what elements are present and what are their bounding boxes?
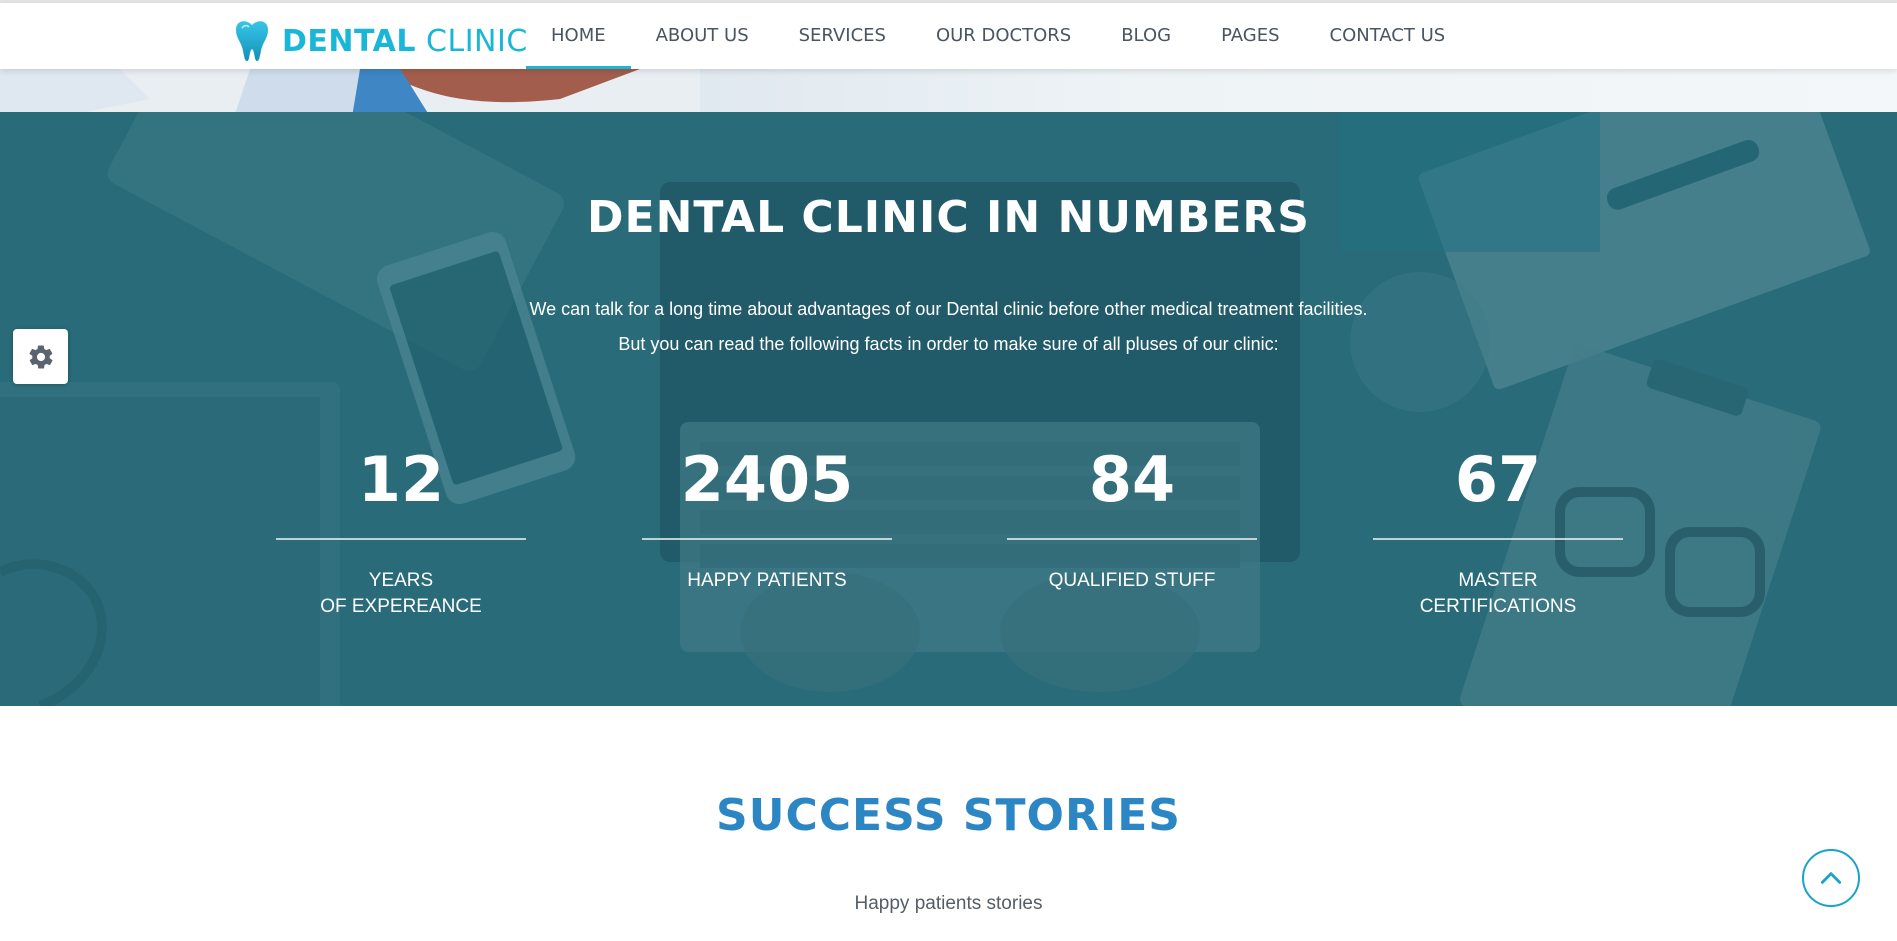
numbers-section: DENTAL CLINIC IN NUMBERS We can talk for… (0, 112, 1897, 706)
settings-button[interactable] (13, 329, 68, 384)
nav-item-home[interactable]: HOME (526, 3, 631, 69)
stat-label: QUALIFIED STUFF (1007, 568, 1257, 594)
stat-divider (642, 538, 892, 540)
stat-label-line-1: MASTER (1458, 570, 1538, 591)
stat-label-line-1: YEARS (368, 570, 434, 591)
stat-divider (276, 538, 526, 540)
numbers-desc-line-2: But you can read the following facts in … (618, 334, 1279, 354)
stat-value: 84 (1088, 443, 1176, 516)
hero-photo-fragment (0, 69, 700, 112)
stat-divider (1373, 538, 1623, 540)
stat-label-line-2: OF EXPEREANCE (320, 596, 482, 617)
site-header: DENTAL CLINIC HOME ABOUT US SERVICES OUR… (0, 3, 1897, 69)
hero-image-strip (0, 69, 1897, 112)
stat-value: 12 (357, 443, 445, 516)
numbers-title-light: IN NUMBERS (985, 192, 1310, 243)
success-title: SUCCESS STORIES (0, 790, 1897, 841)
stat-label: MASTER CERTIFICATIONS (1373, 568, 1623, 620)
stat-years: 12 YEARS OF EXPEREANCE (276, 440, 526, 620)
numbers-desc-line-1: We can talk for a long time about advant… (529, 299, 1368, 319)
stat-value: 67 (1454, 443, 1542, 516)
nav-item-services[interactable]: SERVICES (774, 3, 911, 69)
logo-word-light: CLINIC (426, 23, 528, 59)
success-title-light: STORIES (962, 790, 1181, 841)
tooth-icon (236, 21, 268, 61)
scroll-to-top-button[interactable] (1802, 849, 1860, 907)
stat-divider (1007, 538, 1257, 540)
nav-item-blog[interactable]: BLOG (1096, 3, 1196, 69)
numbers-title-bold: DENTAL CLINIC (587, 192, 970, 243)
numbers-description: We can talk for a long time about advant… (0, 292, 1897, 362)
numbers-title: DENTAL CLINIC IN NUMBERS (0, 192, 1897, 243)
gear-icon (28, 344, 53, 369)
logo-text: DENTAL CLINIC (282, 24, 528, 59)
main-nav: HOME ABOUT US SERVICES OUR DOCTORS BLOG … (526, 3, 1470, 69)
nav-item-our-doctors[interactable]: OUR DOCTORS (911, 3, 1096, 69)
stat-label-line-1: HAPPY PATIENTS (687, 570, 847, 591)
nav-item-contact-us[interactable]: CONTACT US (1305, 3, 1471, 69)
stat-value: 2405 (680, 443, 854, 516)
site-logo[interactable]: DENTAL CLINIC (234, 19, 528, 63)
stat-qualified-stuff: 84 QUALIFIED STUFF (1007, 440, 1257, 594)
stat-label-line-2: CERTIFICATIONS (1419, 596, 1577, 617)
chevron-up-icon (1820, 872, 1842, 884)
stat-master-certifications: 67 MASTER CERTIFICATIONS (1373, 440, 1623, 620)
logo-word-bold: DENTAL (282, 23, 416, 59)
nav-item-about-us[interactable]: ABOUT US (631, 3, 774, 69)
stat-label: HAPPY PATIENTS (642, 568, 892, 594)
stat-label: YEARS OF EXPEREANCE (276, 568, 526, 620)
stat-happy-patients: 2405 HAPPY PATIENTS (642, 440, 892, 594)
success-title-bold: SUCCESS (716, 790, 947, 841)
success-subtitle: Happy patients stories (854, 893, 1043, 914)
nav-item-pages[interactable]: PAGES (1196, 3, 1304, 69)
stat-label-line-1: QUALIFIED STUFF (1048, 570, 1216, 591)
